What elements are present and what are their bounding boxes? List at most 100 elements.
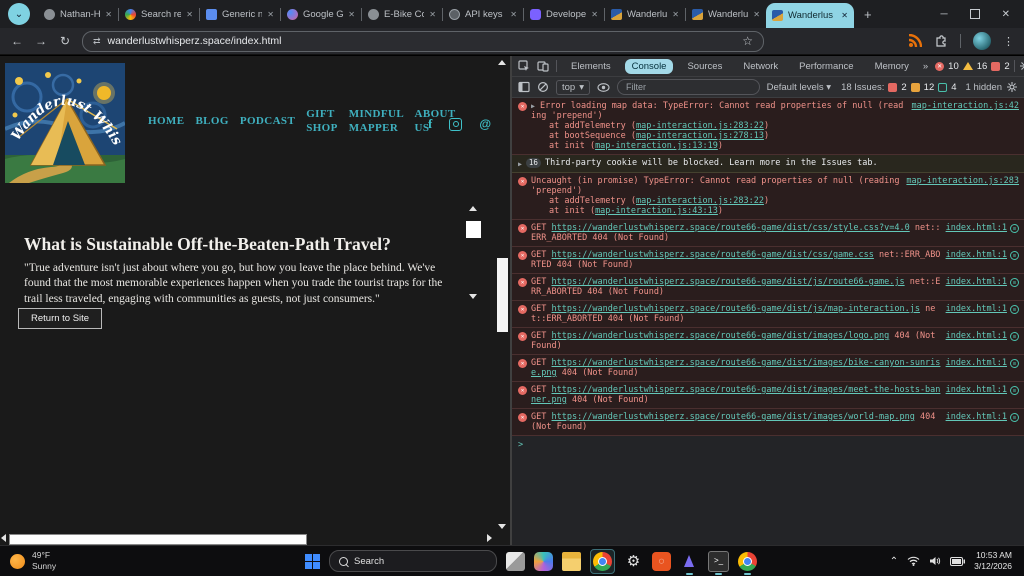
nav-gift-shop[interactable]: GIFT SHOP [306,108,338,136]
browser-tab[interactable]: Wanderlus✕ [605,0,685,28]
live-expression-eye-icon[interactable] [597,83,610,92]
tab-close-icon[interactable]: ✕ [841,11,848,20]
devtools-tab-network[interactable]: Network [736,59,785,74]
console-network-error[interactable]: ✕ GET https://wanderlustwhisperz.space/r… [512,220,1024,247]
console-source-link[interactable]: index.html:1 [946,358,1007,368]
nav-home[interactable]: HOME [148,115,184,129]
threads-icon[interactable]: @ [479,117,491,131]
browser-tab[interactable]: Wanderlus✕ [686,0,766,28]
devtools-tab-performance[interactable]: Performance [792,59,860,74]
browser-tab[interactable]: E-Bike Con✕ [362,0,442,28]
console-filter-input[interactable] [617,79,760,95]
request-url-link[interactable]: https://wanderlustwhisperz.space/route66… [551,304,919,314]
return-to-site-button[interactable]: Return to Site [18,308,102,329]
devtools-tab-sources[interactable]: Sources [680,59,729,74]
tab-close-icon[interactable]: ✕ [105,10,112,19]
browser-tab-active[interactable]: Wanderlus✕ [766,3,854,28]
browser-tab[interactable]: Google Ge✕ [281,0,361,28]
nav-podcast[interactable]: PODCAST [240,115,295,129]
nav-blog[interactable]: BLOG [195,115,228,129]
warning-count-icon[interactable] [963,62,973,70]
tab-close-icon[interactable]: ✕ [510,10,517,19]
wifi-icon[interactable] [907,556,920,566]
site-info-icon[interactable]: ⇄ [93,36,101,47]
page-scroll-left-arrow[interactable] [1,534,6,542]
console-insights-icon[interactable]: ≡ [1010,278,1019,287]
battery-icon[interactable] [950,557,965,566]
tab-close-icon[interactable]: ✕ [186,10,193,19]
maximize-button[interactable] [970,9,980,19]
clear-console-icon[interactable] [537,81,549,93]
page-scroll-down-arrow[interactable] [498,524,506,529]
issues-count-icon[interactable] [991,62,1000,71]
console-source-link[interactable]: index.html:1 [946,304,1007,314]
console-network-error[interactable]: ✕ GET https://wanderlustwhisperz.space/r… [512,274,1024,301]
page-horizontal-scrollbar-thumb[interactable] [9,534,307,545]
tab-close-icon[interactable]: ✕ [591,10,598,19]
clock[interactable]: 10:53 AM 3/12/2026 [974,550,1012,572]
minimize-button[interactable]: ─ [941,9,948,20]
default-levels-selector[interactable]: Default levels ▾ [767,82,831,93]
weather-widget[interactable]: 49°F Sunny [0,550,160,571]
back-button[interactable]: ← [10,34,24,48]
chrome-secondary-icon[interactable] [738,552,757,571]
console-insights-icon[interactable]: ≡ [1010,305,1019,314]
browser-tab[interactable]: Generic no✕ [200,0,280,28]
request-url-link[interactable]: https://wanderlustwhisperz.space/route66… [551,223,909,233]
request-url-link[interactable]: https://wanderlustwhisperz.space/route66… [551,277,904,287]
console-source-link[interactable]: index.html:1 [946,331,1007,341]
volume-icon[interactable] [929,556,941,566]
forward-button[interactable]: → [34,34,48,48]
console-insights-icon[interactable]: ≡ [1010,413,1019,422]
console-error-message[interactable]: ✕ ▶ Error loading map data: TypeError: C… [512,98,1024,155]
arrow-app-icon[interactable] [680,552,699,571]
task-view-icon[interactable] [506,552,525,571]
page-scroll-up-arrow[interactable] [498,60,506,65]
stack-source-link[interactable]: map-interaction.js:43:13 [595,206,718,216]
new-tab-button[interactable]: + [864,7,872,22]
inner-scrollbar-thumb[interactable] [466,221,481,238]
console-error-message[interactable]: ✕ Uncaught (in promise) TypeError: Canno… [512,173,1024,220]
start-button[interactable] [305,554,320,569]
tab-search-button[interactable]: ⌄ [8,3,30,25]
devtools-tab-elements[interactable]: Elements [564,59,618,74]
browser-menu-icon[interactable]: ⋮ [1003,35,1014,48]
tab-close-icon[interactable]: ✕ [753,10,760,19]
console-source-link[interactable]: index.html:1 [946,412,1007,422]
console-source-link[interactable]: index.html:1 [946,250,1007,260]
tab-close-icon[interactable]: ✕ [672,10,679,19]
console-source-link[interactable]: map-interaction.js:42 [912,101,1019,111]
issues-summary-label[interactable]: 18 Issues: [841,82,884,93]
console-insights-icon[interactable]: ≡ [1010,251,1019,260]
nav-mindful-mapper[interactable]: MINDFUL MAPPER [349,108,404,136]
stack-source-link[interactable]: map-interaction.js:13:19 [595,141,718,151]
tab-close-icon[interactable]: ✕ [348,10,355,19]
devtools-tab-console[interactable]: Console [625,59,674,74]
settings-icon[interactable]: ⚙ [624,552,643,571]
instagram-icon[interactable] [449,118,462,131]
more-tabs-icon[interactable]: » [923,61,928,72]
console-source-link[interactable]: index.html:1 [946,385,1007,395]
console-insights-icon[interactable]: ≡ [1010,386,1019,395]
browser-tab[interactable]: API keys |✕ [443,0,523,28]
request-url-link[interactable]: https://wanderlustwhisperz.space/route66… [551,331,889,341]
request-url-link[interactable]: https://wanderlustwhisperz.space/route66… [551,412,914,422]
error-count-icon[interactable]: ✕ [935,62,944,71]
console-network-error[interactable]: ✕ GET https://wanderlustwhisperz.space/r… [512,382,1024,409]
page-vertical-scrollbar-thumb[interactable] [497,258,508,332]
console-insights-icon[interactable]: ≡ [1010,224,1019,233]
inspect-element-icon[interactable] [518,60,530,72]
extensions-puzzle-icon[interactable] [934,34,948,48]
page-scroll-right-arrow[interactable] [487,534,492,542]
reload-button[interactable]: ↻ [58,34,72,48]
browser-tab[interactable]: Developer✕ [524,0,604,28]
console-insights-icon[interactable]: ≡ [1010,332,1019,341]
console-network-error[interactable]: ✕ GET https://wanderlustwhisperz.space/r… [512,301,1024,328]
console-source-link[interactable]: index.html:1 [946,223,1007,233]
console-warning-message[interactable]: ▶ 16 Third-party cookie will be blocked.… [512,155,1024,173]
console-source-link[interactable]: index.html:1 [946,277,1007,287]
devtools-settings-icon[interactable] [1019,60,1024,72]
ubuntu-icon[interactable]: ◌ [652,552,671,571]
address-bar[interactable]: ⇄ wanderlustwhisperz.space/index.html ☆ [82,31,764,52]
browser-tab[interactable]: Search res✕ [119,0,199,28]
